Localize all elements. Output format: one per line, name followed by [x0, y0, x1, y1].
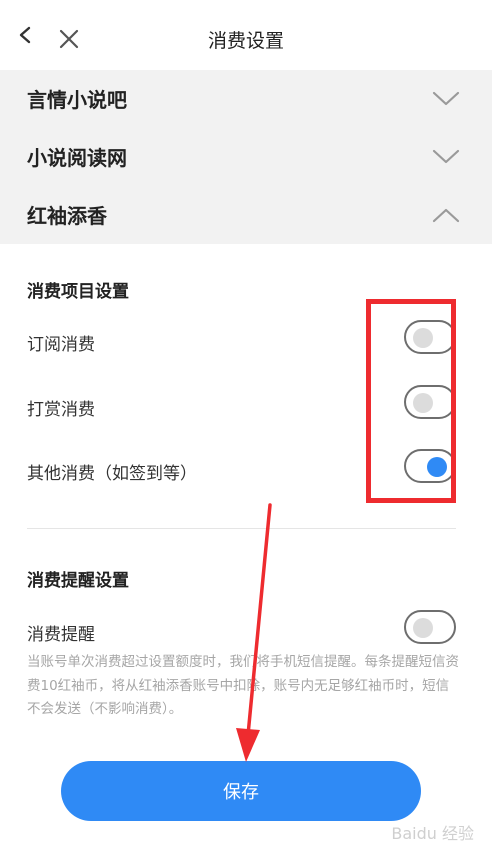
- accordion-item-hongxiu[interactable]: 红袖添香: [0, 186, 492, 244]
- accordion-item-label: 言情小说吧: [27, 88, 127, 112]
- reminder-row: 消费提醒: [27, 610, 456, 654]
- chevron-up-icon: [432, 208, 460, 223]
- top-bar: 消费设置: [0, 0, 492, 70]
- accordion-item-label: 小说阅读网: [27, 146, 127, 170]
- section-divider: [27, 528, 456, 529]
- page-title: 消费设置: [207, 30, 284, 52]
- watermark: Baidu 经验: [391, 824, 474, 843]
- accordion-item-xiaoshuo[interactable]: 小说阅读网: [0, 128, 492, 186]
- section-title: 消费提醒设置: [27, 571, 129, 591]
- reminder-note: 当账号单次消费超过设置额度时，我们将手机短信提醒。每条提醒短信资费10红袖币，将…: [27, 654, 459, 717]
- row-label: 订阅消费: [27, 335, 95, 355]
- row-label: 其他消费（如签到等）: [27, 464, 197, 484]
- row-label: 消费提醒: [27, 625, 95, 645]
- row-label: 打赏消费: [27, 400, 95, 420]
- chevron-down-icon: [432, 149, 460, 164]
- platform-accordion: 言情小说吧 小说阅读网 红袖添香: [0, 70, 492, 244]
- highlight-annotation-box: [366, 299, 456, 503]
- chevron-down-icon: [432, 91, 460, 106]
- save-button[interactable]: 保存: [61, 761, 421, 821]
- toggle-knob: [413, 618, 433, 638]
- accordion-item-label: 红袖添香: [27, 204, 107, 228]
- reminder-toggle[interactable]: [404, 610, 456, 644]
- reminder-section: 消费提醒设置: [27, 566, 465, 591]
- accordion-item-yanqing[interactable]: 言情小说吧: [0, 70, 492, 128]
